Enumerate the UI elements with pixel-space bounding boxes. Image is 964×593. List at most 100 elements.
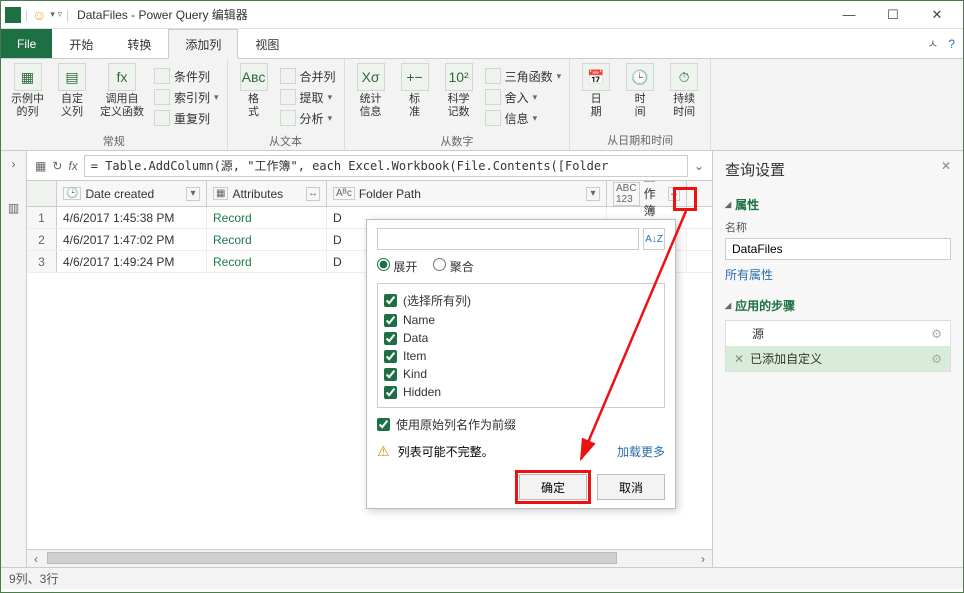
cell-date[interactable]: 4/6/2017 1:49:24 PM — [57, 251, 207, 272]
format-button[interactable]: Aʙᴄ格 式 — [234, 61, 274, 121]
parse-button[interactable]: 分析▾ — [278, 109, 338, 128]
check-column[interactable]: Item — [384, 347, 658, 365]
conditional-column-button[interactable]: 条件列 — [152, 67, 221, 86]
table-icon[interactable]: ▦ — [35, 159, 46, 173]
section-properties[interactable]: 属性 — [725, 196, 951, 213]
radio-expand[interactable]: 展开 — [377, 258, 417, 275]
scroll-left-icon[interactable]: ‹ — [27, 550, 45, 568]
applied-step[interactable]: ✕已添加自定义⚙ — [726, 346, 950, 371]
cell-date[interactable]: 4/6/2017 1:45:38 PM — [57, 207, 207, 228]
ok-button[interactable]: 确定 — [519, 474, 587, 500]
info-button[interactable]: 信息▾ — [483, 109, 564, 128]
scroll-thumb[interactable] — [47, 552, 617, 564]
radio-aggregate[interactable]: 聚合 — [433, 258, 473, 275]
file-tab[interactable]: File — [1, 29, 52, 58]
window-title: DataFiles - Power Query 编辑器 — [77, 6, 248, 23]
row-number: 1 — [27, 207, 57, 228]
check-column[interactable]: Hidden — [384, 383, 658, 401]
section-steps[interactable]: 应用的步骤 — [725, 297, 951, 314]
warning-icon: ⚠ — [377, 443, 390, 460]
filter-dropdown-icon[interactable]: ▾ — [186, 187, 200, 201]
statistics-button[interactable]: Xσ统计 信息 — [351, 61, 391, 121]
name-label: 名称 — [725, 219, 951, 235]
filter-dropdown-icon[interactable]: ▾ — [586, 187, 600, 201]
all-properties-link[interactable]: 所有属性 — [725, 266, 951, 283]
column-from-examples-button[interactable]: ▦示例中 的列 — [7, 61, 48, 121]
invoke-function-button[interactable]: fx调用自 定义函数 — [96, 61, 148, 121]
custom-column-button[interactable]: ▤自定 义列 — [52, 61, 92, 121]
status-text: 9列、3行 — [9, 570, 58, 587]
cancel-button[interactable]: 取消 — [597, 474, 665, 500]
column-checklist: (选择所有列) Name Data Item Kind Hidden — [377, 283, 665, 408]
ribbon: ▦示例中 的列 ▤自定 义列 fx调用自 定义函数 条件列 索引列▾ 重复列 常… — [1, 59, 963, 151]
expand-queries-icon[interactable]: › — [12, 157, 16, 171]
extract-button[interactable]: 提取▾ — [278, 88, 338, 107]
select-all-corner[interactable] — [27, 181, 57, 206]
col-workbook[interactable]: ABC123工作簿↔ — [607, 181, 687, 206]
popup-search-input[interactable] — [377, 228, 639, 250]
col-folder-path[interactable]: AᴮcFolder Path▾ — [327, 181, 607, 206]
formula-bar: ▦ ↻ fx = Table.AddColumn(源, "工作簿", each … — [27, 151, 712, 181]
queries-pane-collapsed[interactable]: › ▥ — [1, 151, 27, 567]
cell-date[interactable]: 4/6/2017 1:47:02 PM — [57, 229, 207, 250]
index-column-button[interactable]: 索引列▾ — [152, 88, 221, 107]
warning-text: 列表可能不完整。 — [398, 443, 494, 460]
rounding-button[interactable]: 舍入▾ — [483, 88, 564, 107]
datetime-type-icon: 🕒 — [63, 187, 81, 200]
title-bar: | ☺ ▾ ▿ | DataFiles - Power Query 编辑器 — … — [1, 1, 963, 29]
smiley-icon[interactable]: ☺ — [32, 7, 46, 23]
menu-bar: File 开始 转换 添加列 视图 ㅅ ? — [1, 29, 963, 59]
gear-icon[interactable]: ⚙ — [931, 327, 942, 341]
trig-button[interactable]: 三角函数▾ — [483, 67, 564, 86]
expand-icon[interactable]: ↔ — [306, 187, 320, 201]
col-attributes[interactable]: ▦Attributes↔ — [207, 181, 327, 206]
tab-transform[interactable]: 转换 — [110, 29, 168, 58]
refresh-icon[interactable]: ↻ — [52, 159, 62, 173]
cell-attributes[interactable]: Record — [207, 207, 327, 228]
help-icon[interactable]: ? — [948, 37, 955, 51]
horizontal-scrollbar[interactable]: ‹ › — [27, 549, 712, 567]
applied-step[interactable]: 源⚙ — [726, 321, 950, 346]
formula-input[interactable]: = Table.AddColumn(源, "工作簿", each Excel.W… — [84, 155, 688, 177]
any-type-icon: ABC123 — [613, 182, 640, 206]
sort-az-icon[interactable]: A↓Z — [643, 228, 665, 250]
check-column[interactable]: Kind — [384, 365, 658, 383]
row-number: 3 — [27, 251, 57, 272]
check-column[interactable]: Data — [384, 329, 658, 347]
group-number-label: 从数字 — [440, 133, 473, 149]
tab-view[interactable]: 视图 — [238, 29, 296, 58]
qat-dropdown-icon[interactable]: ▾ ▿ — [50, 9, 62, 20]
scientific-button[interactable]: 10²科学 记数 — [439, 61, 479, 121]
settings-title: 查询设置 — [725, 159, 951, 180]
delete-step-icon[interactable]: ✕ — [734, 352, 744, 366]
fx-label: fx — [68, 159, 77, 173]
expand-icon[interactable]: ↔ — [668, 187, 680, 201]
expand-column-popup: A↓Z 展开 聚合 (选择所有列) Name Data Item Kind Hi… — [366, 219, 676, 509]
formula-dropdown-icon[interactable]: ⌄ — [694, 159, 704, 173]
group-text-label: 从文本 — [269, 133, 302, 149]
close-button[interactable]: ✕ — [915, 1, 959, 29]
scroll-right-icon[interactable]: › — [694, 550, 712, 568]
date-button[interactable]: 📅日 期 — [576, 61, 616, 121]
close-settings-icon[interactable]: ✕ — [941, 159, 951, 173]
standard-button[interactable]: +−标 准 — [395, 61, 435, 121]
gear-icon[interactable]: ⚙ — [931, 352, 942, 366]
tab-add-column[interactable]: 添加列 — [168, 29, 238, 59]
load-more-link[interactable]: 加载更多 — [617, 443, 665, 460]
col-date-created[interactable]: 🕒Date created▾ — [57, 181, 207, 206]
merge-columns-button[interactable]: 合并列 — [278, 67, 338, 86]
tab-home[interactable]: 开始 — [52, 29, 110, 58]
collapse-ribbon-icon[interactable]: ㅅ — [927, 35, 938, 52]
queries-icon: ▥ — [8, 201, 19, 215]
cell-attributes[interactable]: Record — [207, 229, 327, 250]
duplicate-column-button[interactable]: 重复列 — [152, 109, 221, 128]
check-use-prefix[interactable]: 使用原始列名作为前缀 — [377, 416, 665, 433]
minimize-button[interactable]: — — [827, 1, 871, 29]
cell-attributes[interactable]: Record — [207, 251, 327, 272]
maximize-button[interactable]: ☐ — [871, 1, 915, 29]
check-select-all[interactable]: (选择所有列) — [384, 290, 658, 311]
time-button[interactable]: 🕒时 间 — [620, 61, 660, 121]
query-name-input[interactable] — [725, 238, 951, 260]
check-column[interactable]: Name — [384, 311, 658, 329]
duration-button[interactable]: ⏱持续 时间 — [664, 61, 704, 121]
